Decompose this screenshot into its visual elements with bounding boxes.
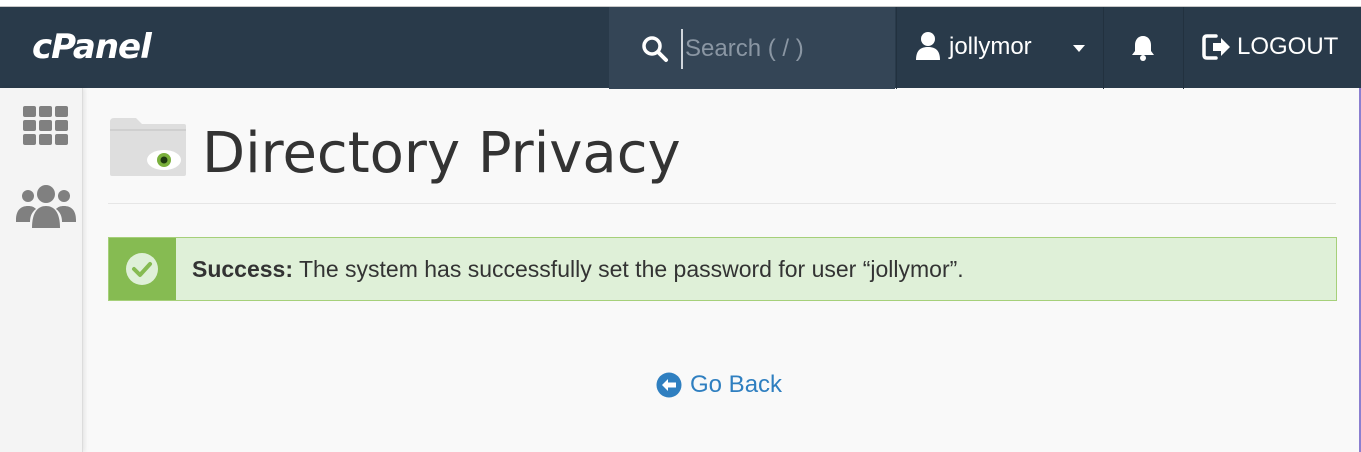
username-label: jollymor <box>949 33 1032 60</box>
search-input[interactable] <box>681 29 887 69</box>
users-icon[interactable] <box>16 184 76 228</box>
top-navbar: cPanel jollymor <box>0 6 1361 89</box>
logout-button[interactable]: LOGOUT <box>1183 7 1361 89</box>
user-icon <box>916 32 940 60</box>
title-divider <box>108 203 1336 204</box>
alert-label: Success: <box>192 256 294 282</box>
alert-message: The system has successfully set the pass… <box>299 256 964 282</box>
sidebar <box>0 88 83 452</box>
notifications-button[interactable] <box>1103 7 1184 89</box>
grid-icon[interactable] <box>23 106 69 146</box>
arrow-circle-left-icon <box>656 372 682 398</box>
page-title: Directory Privacy <box>202 121 681 186</box>
search-icon <box>642 36 668 62</box>
user-menu[interactable]: jollymor <box>896 7 1104 89</box>
alert-text: Success: The system has successfully set… <box>192 256 964 283</box>
success-alert: Success: The system has successfully set… <box>108 237 1337 301</box>
logout-label: LOGOUT <box>1237 33 1339 60</box>
chevron-down-icon <box>1073 45 1085 52</box>
check-circle-icon <box>126 253 158 285</box>
bell-icon <box>1132 36 1154 61</box>
go-back-label: Go Back <box>690 371 783 398</box>
cpanel-logo[interactable]: cPanel <box>32 27 152 67</box>
folder-privacy-icon <box>110 118 186 176</box>
search-box <box>609 7 895 89</box>
go-back-link[interactable]: Go Back <box>656 368 782 402</box>
app-frame: cPanel jollymor <box>0 0 1361 452</box>
alert-icon-panel <box>109 238 176 300</box>
logout-icon <box>1202 34 1230 60</box>
